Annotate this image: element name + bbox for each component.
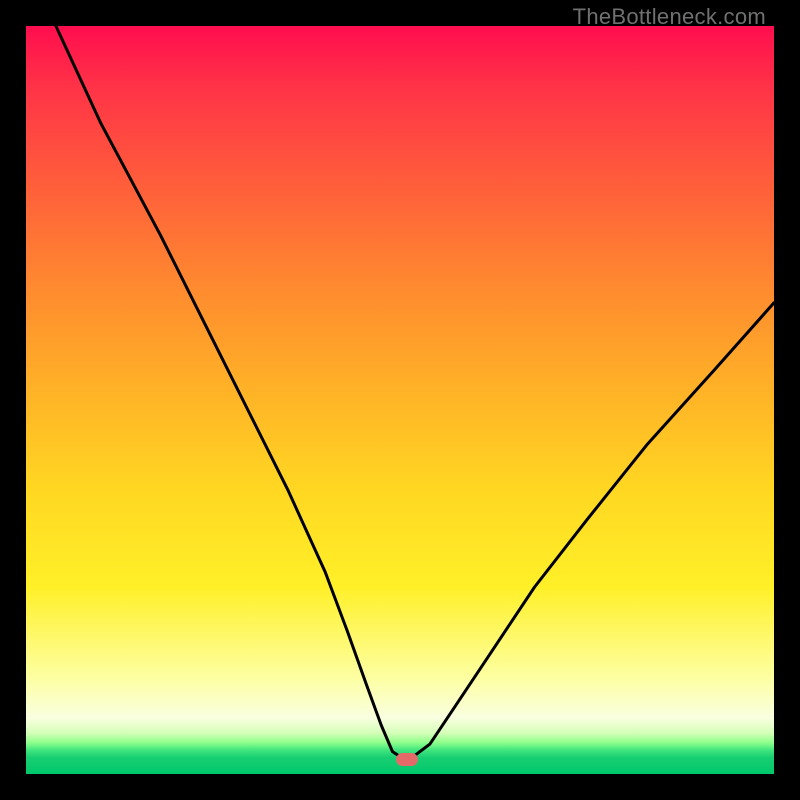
bottleneck-curve [26, 26, 774, 774]
chart-frame: TheBottleneck.com [0, 0, 800, 800]
watermark-text: TheBottleneck.com [573, 4, 766, 30]
optimum-marker [396, 753, 418, 766]
plot-area [26, 26, 774, 774]
